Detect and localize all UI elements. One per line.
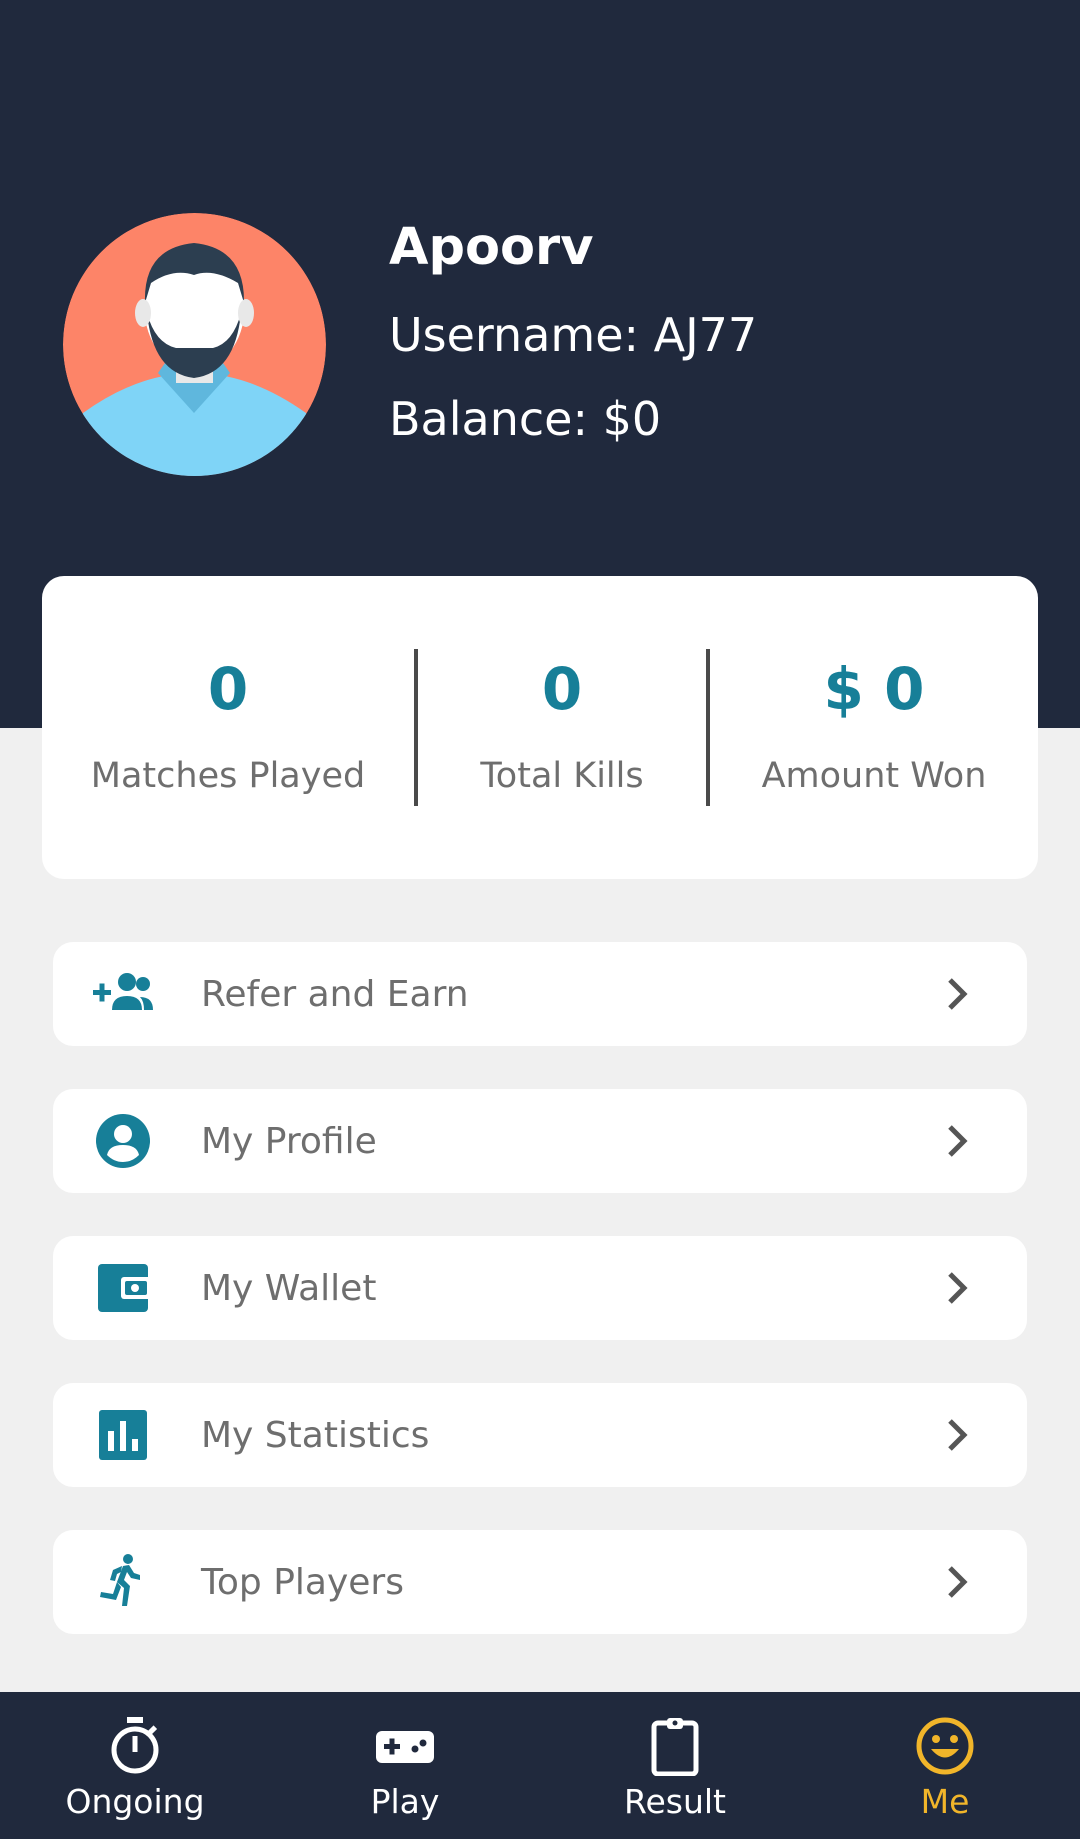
stat-value: 0	[207, 654, 249, 723]
menu-item-label: Refer and Earn	[201, 973, 469, 1015]
nav-item-me[interactable]: Me	[810, 1692, 1080, 1839]
profile-username: Username: AJ77	[389, 308, 758, 362]
menu-item-label: Top Players	[201, 1561, 404, 1603]
account-circle-icon	[93, 1113, 153, 1169]
bar-chart-icon	[93, 1407, 153, 1463]
chevron-right-icon	[948, 1272, 968, 1304]
nav-item-play[interactable]: Play	[270, 1692, 540, 1839]
running-person-icon	[93, 1554, 153, 1610]
menu-item-my-profile[interactable]: My Profile	[53, 1089, 1027, 1193]
clipboard-icon	[651, 1718, 699, 1776]
menu-item-my-wallet[interactable]: My Wallet	[53, 1236, 1027, 1340]
gamepad-icon	[376, 1731, 434, 1763]
stat-matches-played: 0 Matches Played	[42, 576, 414, 879]
chevron-right-icon	[948, 1419, 968, 1451]
nav-label: Ongoing	[65, 1782, 205, 1821]
profile-name: Apoorv	[389, 218, 594, 277]
nav-item-ongoing[interactable]: Ongoing	[0, 1692, 270, 1839]
menu-item-refer-and-earn[interactable]: Refer and Earn	[53, 942, 1027, 1046]
bottom-nav: Ongoing Play Result Me	[0, 1692, 1080, 1839]
stat-total-kills: 0 Total Kills	[418, 576, 706, 879]
nav-label: Result	[624, 1782, 726, 1821]
nav-label: Me	[920, 1782, 970, 1821]
stat-label: Matches Played	[90, 755, 366, 796]
chevron-right-icon	[948, 978, 968, 1010]
stat-label: Amount Won	[761, 755, 987, 796]
menu-item-my-statistics[interactable]: My Statistics	[53, 1383, 1027, 1487]
profile-balance: Balance: $0	[389, 392, 662, 446]
chevron-right-icon	[948, 1566, 968, 1598]
nav-label: Play	[370, 1782, 440, 1821]
menu-item-label: My Profile	[201, 1120, 377, 1162]
wallet-icon	[93, 1260, 153, 1316]
smiley-icon	[916, 1717, 974, 1775]
stat-label: Total Kills	[480, 755, 644, 796]
avatar	[63, 213, 326, 476]
menu-item-label: My Statistics	[201, 1414, 430, 1456]
menu-item-label: My Wallet	[201, 1267, 377, 1309]
add-group-icon	[93, 966, 153, 1022]
stat-value: 0	[541, 654, 583, 723]
menu-item-top-players[interactable]: Top Players	[53, 1530, 1027, 1634]
stat-amount-won: $ 0 Amount Won	[710, 576, 1038, 879]
stats-card: 0 Matches Played 0 Total Kills $ 0 Amoun…	[42, 576, 1038, 879]
nav-item-result[interactable]: Result	[540, 1692, 810, 1839]
avatar-illustration-icon	[63, 213, 326, 476]
stat-value: $ 0	[823, 654, 925, 723]
chevron-right-icon	[948, 1125, 968, 1157]
stopwatch-icon	[111, 1717, 159, 1774]
